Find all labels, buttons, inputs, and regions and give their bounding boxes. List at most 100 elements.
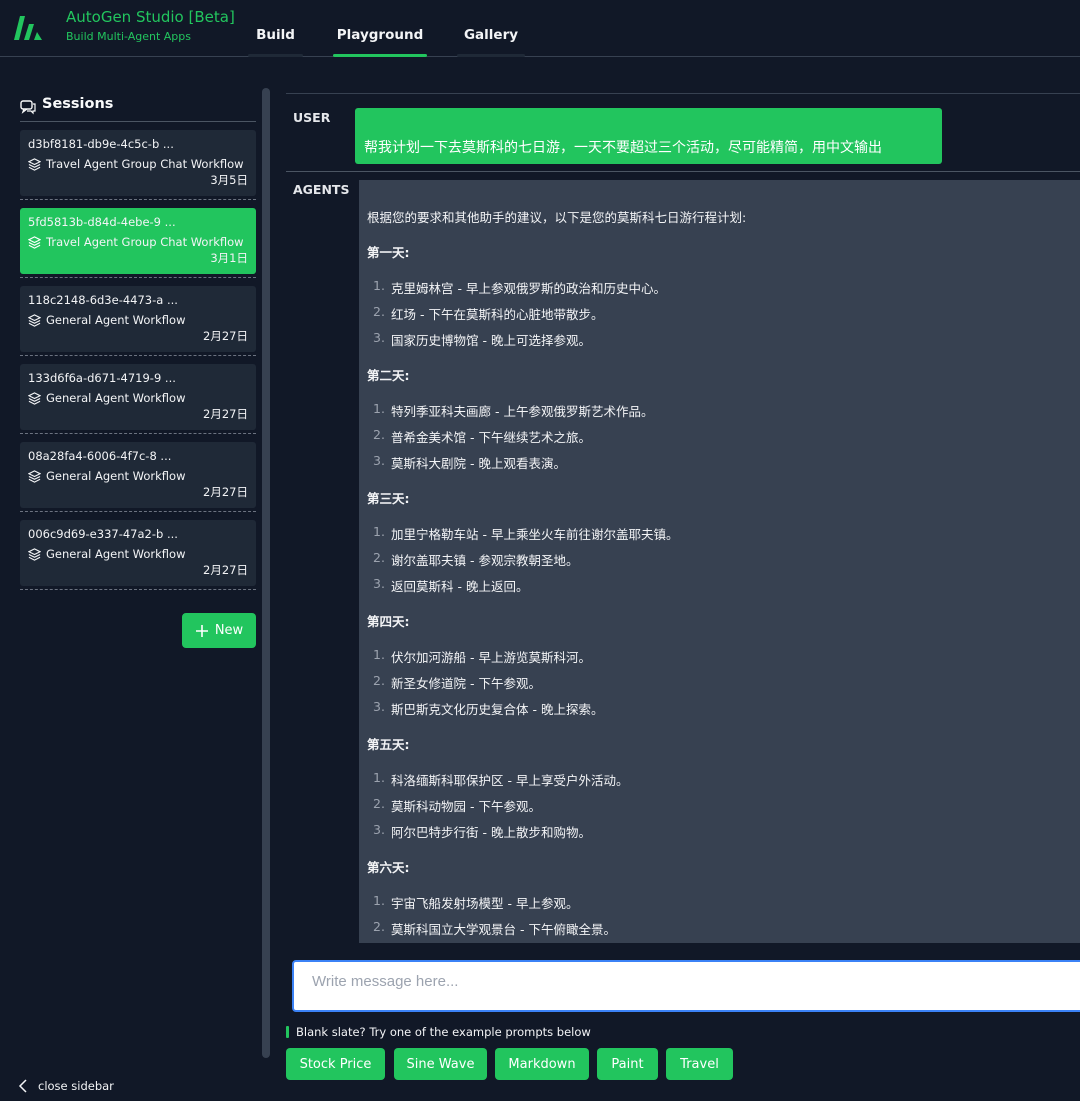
- session-id: 006c9d69-e337-47a2-b ...: [28, 527, 178, 541]
- list-item: 1. 伏尔加河游船 - 早上游览莫斯科河。: [373, 647, 591, 665]
- session-id: 08a28fa4-6006-4f7c-8 ...: [28, 449, 172, 463]
- plus-icon: [195, 624, 208, 637]
- new-session-label: New: [214, 623, 244, 638]
- prompt-travel-button[interactable]: Travel: [666, 1048, 733, 1080]
- list-item: 3. 返回莫斯科 - 晚上返回。: [373, 576, 529, 594]
- list-item: 3. 莫斯科大剧院 - 晚上观看表演。: [373, 453, 566, 471]
- activity-text: 克里姆林宫 - 早上参观俄罗斯的政治和历史中心。: [391, 281, 666, 296]
- list-item: 1. 科洛缅斯科耶保护区 - 早上享受户外活动。: [373, 770, 629, 788]
- list-item: 3. 国家历史博物馆 - 晚上可选择参观。: [373, 330, 591, 348]
- message-input[interactable]: [292, 960, 1080, 1012]
- activity-text: 斯巴斯克文化历史复合体 - 晚上探索。: [391, 702, 604, 717]
- activity-text: 新圣女修道院 - 下午参观。: [391, 676, 541, 691]
- session-item[interactable]: 133d6f6a-d671-4719-9 ... General Agent W…: [20, 364, 256, 430]
- session-workflow: General Agent Workflow: [28, 391, 248, 405]
- list-item: 2. 新圣女修道院 - 下午参观。: [373, 673, 541, 691]
- session-workflow: Travel Agent Group Chat Workflow: [28, 235, 248, 249]
- tab-playground-indicator: [333, 54, 427, 57]
- day-title: 第五天:: [367, 737, 410, 752]
- list-item: 2. 谢尔盖耶夫镇 - 参观宗教朝圣地。: [373, 550, 579, 568]
- tab-build[interactable]: Build: [248, 27, 303, 57]
- activity-text: 谢尔盖耶夫镇 - 参观宗教朝圣地。: [391, 553, 579, 568]
- session-divider: [20, 589, 256, 590]
- app-title: AutoGen Studio [Beta]: [66, 8, 235, 26]
- message-divider: [286, 171, 1080, 172]
- chat-top-divider: [286, 93, 1080, 94]
- session-date: 2月27日: [203, 407, 248, 421]
- session-item[interactable]: 08a28fa4-6006-4f7c-8 ... General Agent W…: [20, 442, 256, 508]
- tab-gallery-indicator: [457, 54, 525, 57]
- close-sidebar-button[interactable]: close sidebar: [18, 1076, 114, 1096]
- session-date: 2月27日: [203, 563, 248, 577]
- layers-icon: [28, 157, 41, 171]
- session-item[interactable]: 118c2148-6d3e-4473-a ... General Agent W…: [20, 286, 256, 352]
- layers-icon: [28, 235, 41, 249]
- day-title: 第六天:: [367, 860, 410, 875]
- day-title: 第四天:: [367, 614, 410, 629]
- session-workflow-label: General Agent Workflow: [46, 391, 186, 405]
- chat-bubbles-icon: [20, 100, 36, 115]
- session-divider: [20, 355, 256, 356]
- session-workflow-label: General Agent Workflow: [46, 547, 186, 561]
- session-workflow: Travel Agent Group Chat Workflow: [28, 157, 248, 171]
- activity-text: 宇宙飞船发射场模型 - 早上参观。: [391, 896, 579, 911]
- hint-text: Blank slate? Try one of the example prom…: [296, 1025, 591, 1039]
- activity-text: 科洛缅斯科耶保护区 - 早上享受户外活动。: [391, 773, 629, 788]
- close-sidebar-label: close sidebar: [38, 1079, 114, 1093]
- list-item: 2. 普希金美术馆 - 下午继续艺术之旅。: [373, 427, 591, 445]
- session-date: 2月27日: [203, 329, 248, 343]
- app-header: AutoGen Studio [Beta] Build Multi-Agent …: [0, 0, 1080, 57]
- activity-text: 加里宁格勒车站 - 早上乘坐火车前往谢尔盖耶夫镇。: [391, 527, 679, 542]
- session-workflow-label: General Agent Workflow: [46, 469, 186, 483]
- activity-text: 返回莫斯科 - 晚上返回。: [391, 579, 529, 594]
- prompt-sine-wave-button[interactable]: Sine Wave: [394, 1048, 487, 1080]
- new-session-button[interactable]: New: [182, 613, 256, 648]
- list-item: 1. 克里姆林宫 - 早上参观俄罗斯的政治和历史中心。: [373, 278, 666, 296]
- tab-playground[interactable]: Playground: [333, 27, 427, 57]
- session-workflow: General Agent Workflow: [28, 313, 248, 327]
- list-item: 1. 加里宁格勒车站 - 早上乘坐火车前往谢尔盖耶夫镇。: [373, 524, 679, 542]
- list-item: 2. 莫斯科国立大学观景台 - 下午俯瞰全景。: [373, 919, 616, 937]
- layers-icon: [28, 547, 41, 561]
- session-workflow-label: Travel Agent Group Chat Workflow: [46, 157, 244, 171]
- activity-text: 红场 - 下午在莫斯科的心脏地带散步。: [391, 307, 604, 322]
- example-prompts-hint: Blank slate? Try one of the example prom…: [286, 1025, 591, 1039]
- tab-build-label: Build: [256, 27, 295, 43]
- session-workflow: General Agent Workflow: [28, 469, 248, 483]
- prompt-paint-button[interactable]: Paint: [597, 1048, 658, 1080]
- activity-text: 莫斯科国立大学观景台 - 下午俯瞰全景。: [391, 922, 616, 937]
- session-workflow-label: Travel Agent Group Chat Workflow: [46, 235, 244, 249]
- app-subtitle: Build Multi-Agent Apps: [66, 30, 192, 43]
- session-item[interactable]: d3bf8181-db9e-4c5c-b ... Travel Agent Gr…: [20, 130, 256, 196]
- session-date: 3月1日: [210, 251, 248, 265]
- activity-text: 国家历史博物馆 - 晚上可选择参观。: [391, 333, 591, 348]
- list-item: 3. 斯巴斯克文化历史复合体 - 晚上探索。: [373, 699, 604, 717]
- list-item: 2. 莫斯科动物园 - 下午参观。: [373, 796, 541, 814]
- activity-text: 伏尔加河游船 - 早上游览莫斯科河。: [391, 650, 591, 665]
- agent-intro: 根据您的要求和其他助手的建议，以下是您的莫斯科七日游行程计划:: [367, 210, 747, 225]
- hint-accent-bar: [286, 1026, 289, 1038]
- session-workflow-label: General Agent Workflow: [46, 313, 186, 327]
- prompt-stock-price-button[interactable]: Stock Price: [286, 1048, 385, 1080]
- list-item: 1. 宇宙飞船发射场模型 - 早上参观。: [373, 893, 579, 911]
- session-id: d3bf8181-db9e-4c5c-b ...: [28, 137, 174, 151]
- activity-text: 普希金美术馆 - 下午继续艺术之旅。: [391, 430, 591, 445]
- user-message: 帮我计划一下去莫斯科的七日游，一天不要超过三个活动，尽可能精简，用中文输出: [355, 108, 942, 164]
- activity-text: 特列季亚科夫画廊 - 上午参观俄罗斯艺术作品。: [391, 404, 654, 419]
- day-title: 第一天:: [367, 245, 410, 260]
- session-id: 5fd5813b-d84d-4ebe-9 ...: [28, 215, 176, 229]
- layers-icon: [28, 469, 41, 483]
- agent-message: 根据您的要求和其他助手的建议，以下是您的莫斯科七日游行程计划: 第一天: 1. 克…: [359, 180, 1080, 943]
- activity-text: 莫斯科大剧院 - 晚上观看表演。: [391, 456, 566, 471]
- list-item: 1. 特列季亚科夫画廊 - 上午参观俄罗斯艺术作品。: [373, 401, 654, 419]
- sidebar-scrollbar[interactable]: [262, 88, 270, 1058]
- session-item[interactable]: 006c9d69-e337-47a2-b ... General Agent W…: [20, 520, 256, 586]
- list-item: 2. 红场 - 下午在莫斯科的心脏地带散步。: [373, 304, 604, 322]
- sessions-title: Sessions: [42, 96, 114, 112]
- tab-gallery[interactable]: Gallery: [457, 27, 525, 57]
- layers-icon: [28, 391, 41, 405]
- user-role-label: USER: [293, 110, 331, 125]
- layers-icon: [28, 313, 41, 327]
- prompt-markdown-button[interactable]: Markdown: [495, 1048, 589, 1080]
- session-item-active[interactable]: 5fd5813b-d84d-4ebe-9 ... Travel Agent Gr…: [20, 208, 256, 274]
